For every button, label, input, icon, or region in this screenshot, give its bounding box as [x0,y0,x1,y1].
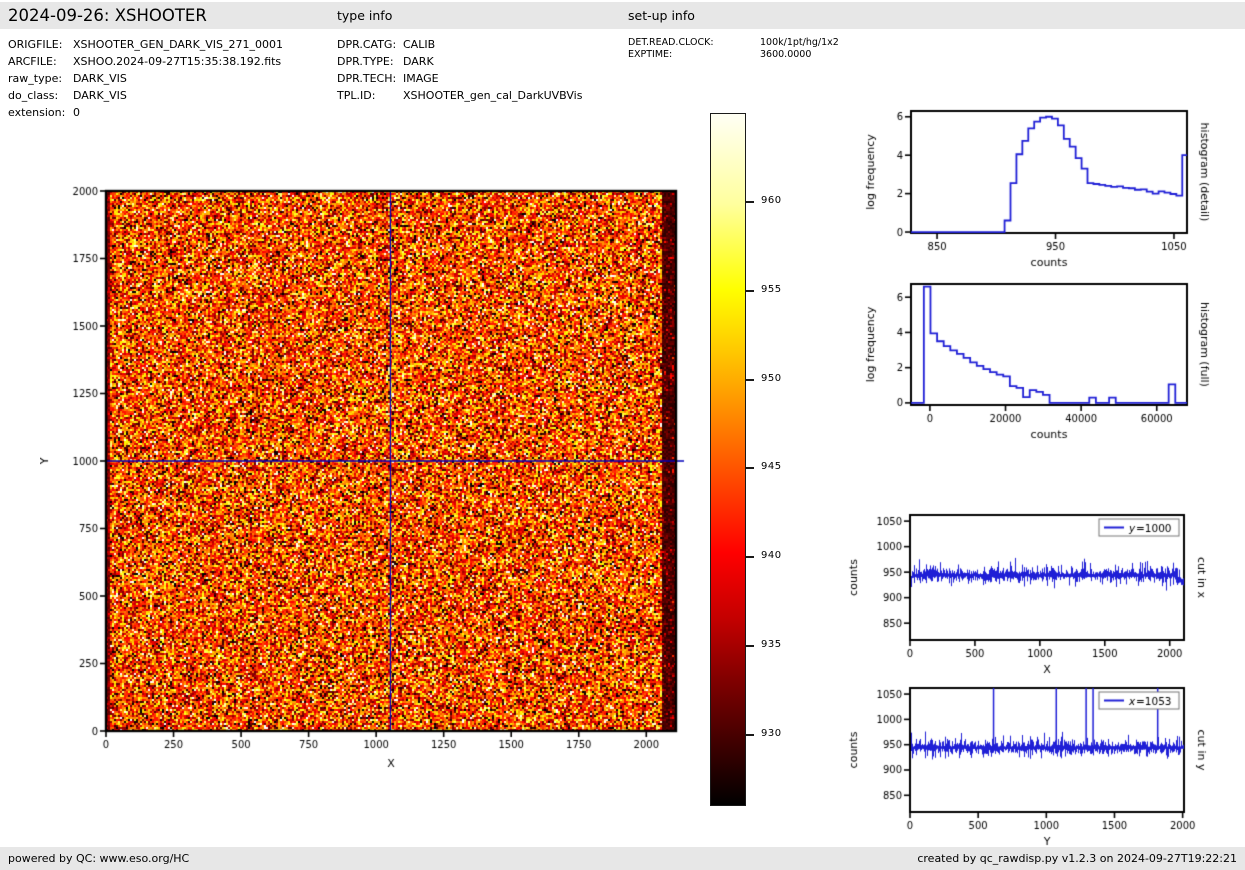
meta-row: EXPTIME:3600.0000 [628,49,839,61]
meta-row: do_class:DARK_VIS [8,87,283,104]
meta-label: DPR.TYPE: [337,53,403,70]
meta-label: raw_type: [8,70,73,87]
meta-value: DARK [403,55,434,68]
colorbar-tick-label: 955 [761,284,782,295]
colorbar-tick [746,467,754,469]
setup-info-heading: set-up info [628,2,695,29]
histogram-detail-plot [860,98,1245,280]
colorbar-tick [746,379,754,381]
meta-label: DET.READ.CLOCK: [628,37,760,49]
footer-right-text: created by qc_rawdisp.py v1.2.3 on 2024-… [917,847,1237,870]
meta-value: XSHOOTER_GEN_DARK_VIS_271_0001 [73,38,283,51]
meta-label: EXPTIME: [628,49,760,61]
colorbar-tick-label: 940 [761,550,782,561]
colorbar-tick [746,556,754,558]
footer-left-text: powered by QC: www.eso.org/HC [8,847,189,870]
colorbar: 930 935 940 945 950 955 960 [710,113,840,806]
meta-label: do_class: [8,87,73,104]
raw-frame-heatmap [40,170,696,790]
meta-value: 100k/1pt/hg/1x2 [760,37,839,48]
colorbar-gradient [710,113,746,806]
setup-info-block: DET.READ.CLOCK:100k/1pt/hg/1x2 EXPTIME:3… [628,37,839,61]
meta-label: TPL.ID: [337,87,403,104]
meta-row: extension:0 [8,104,283,121]
cut-in-y-plot [845,678,1245,860]
colorbar-tick [746,290,754,292]
colorbar-tick [746,734,754,736]
type-info-heading: type info [337,2,392,29]
meta-row: TPL.ID:XSHOOTER_gen_cal_DarkUVBVis [337,87,582,104]
meta-value: DARK_VIS [73,89,127,102]
meta-row: DPR.CATG:CALIB [337,36,582,53]
colorbar-tick-label: 930 [761,728,782,739]
file-info-block: ORIGFILE:XSHOOTER_GEN_DARK_VIS_271_0001 … [8,36,283,121]
meta-value: 0 [73,106,80,119]
meta-label: extension: [8,104,73,121]
meta-value: XSHOO.2024-09-27T15:35:38.192.fits [73,55,281,68]
page-title: 2024-09-26: XSHOOTER [8,2,207,29]
meta-label: ARCFILE: [8,53,73,70]
meta-row: raw_type:DARK_VIS [8,70,283,87]
colorbar-tick-label: 950 [761,373,782,384]
colorbar-tick-label: 960 [761,195,782,206]
colorbar-tick-label: 935 [761,639,782,650]
histogram-full-plot [860,272,1245,454]
colorbar-tick-label: 945 [761,461,782,472]
meta-row: DPR.TYPE:DARK [337,53,582,70]
meta-row: ORIGFILE:XSHOOTER_GEN_DARK_VIS_271_0001 [8,36,283,53]
meta-label: DPR.TECH: [337,70,403,87]
meta-value: CALIB [403,38,435,51]
meta-label: ORIGFILE: [8,36,73,53]
colorbar-tick [746,201,754,203]
meta-row: ARCFILE:XSHOO.2024-09-27T15:35:38.192.fi… [8,53,283,70]
colorbar-tick [746,645,754,647]
meta-row: DPR.TECH:IMAGE [337,70,582,87]
qc-report-page: 2024-09-26: XSHOOTER type info set-up in… [0,0,1245,870]
meta-value: DARK_VIS [73,72,127,85]
meta-label: DPR.CATG: [337,36,403,53]
meta-value: IMAGE [403,72,439,85]
meta-value: XSHOOTER_gen_cal_DarkUVBVis [403,89,582,102]
type-info-block: DPR.CATG:CALIB DPR.TYPE:DARK DPR.TECH:IM… [337,36,582,104]
meta-value: 3600.0000 [760,49,811,60]
cut-in-x-plot [845,503,1245,685]
meta-row: DET.READ.CLOCK:100k/1pt/hg/1x2 [628,37,839,49]
